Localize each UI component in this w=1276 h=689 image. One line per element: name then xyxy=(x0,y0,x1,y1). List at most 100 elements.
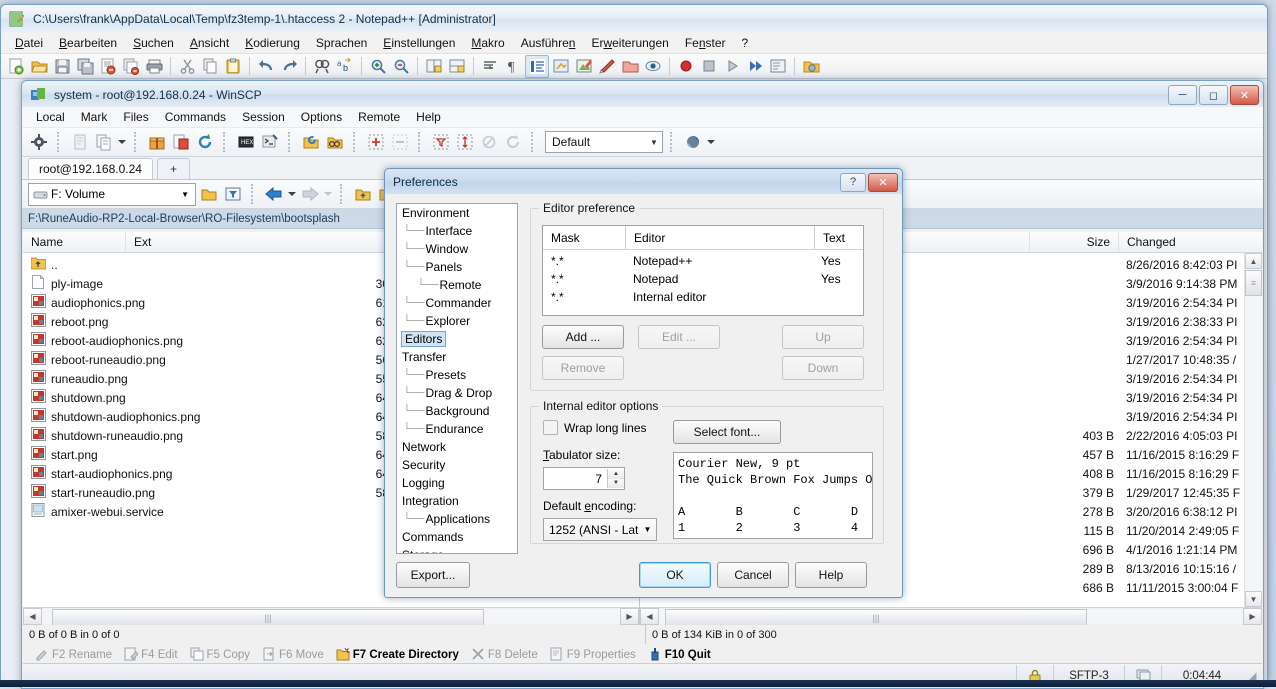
zoom-out-icon[interactable] xyxy=(390,56,412,77)
cut-icon[interactable] xyxy=(176,56,198,77)
dropdown-arrow-icon[interactable] xyxy=(117,131,127,153)
chevron-down-icon[interactable] xyxy=(706,131,716,153)
menu-makro[interactable]: Makro xyxy=(463,34,512,52)
console-icon[interactable] xyxy=(259,131,281,153)
show-all-chars-icon[interactable]: ¶ xyxy=(502,56,524,77)
save-macro-icon[interactable] xyxy=(767,56,789,77)
scroll-left-button[interactable]: ◀ xyxy=(23,608,42,625)
indent-guide-icon[interactable] xyxy=(525,54,549,78)
menu-ausfuehren[interactable]: Ausführen xyxy=(513,34,584,52)
word-wrap-icon[interactable] xyxy=(479,56,501,77)
editor-preference-table[interactable]: Mask Editor Text *.* Notepad++ Yes *.* Notep… xyxy=(542,225,864,316)
taskbar[interactable] xyxy=(0,680,1276,687)
local-hscrollbar[interactable]: ◀ ||| ▶ xyxy=(23,607,639,626)
tree-item-network[interactable]: Network xyxy=(397,438,517,456)
tree-item-editors[interactable]: Editors xyxy=(397,330,517,348)
open-gift-icon[interactable] xyxy=(146,131,168,153)
scroll-right-button[interactable]: ▶ xyxy=(620,608,639,625)
session-tab[interactable]: root@192.168.0.24 xyxy=(28,158,153,179)
drive-combobox[interactable]: F: Volume ▼ xyxy=(28,182,196,206)
tree-item-endurance[interactable]: └── Endurance xyxy=(397,420,517,438)
run-icon[interactable] xyxy=(800,56,822,77)
function-key-f2[interactable]: F2 Rename xyxy=(31,647,116,664)
function-key-f4[interactable]: F4 Edit xyxy=(120,647,181,664)
new-file-icon[interactable] xyxy=(5,56,27,77)
tree-item-integration[interactable]: Integration xyxy=(397,492,517,510)
wrap-long-lines-checkbox[interactable] xyxy=(543,420,558,435)
help-text-button[interactable]: Help xyxy=(795,562,867,588)
add-button[interactable]: Add ... xyxy=(542,325,624,349)
tree-item-interface[interactable]: └── Interface xyxy=(397,222,517,240)
tree-item-transfer[interactable]: Transfer xyxy=(397,348,517,366)
tree-item-commander[interactable]: └── Commander xyxy=(397,294,517,312)
vscroll-thumb[interactable]: ≡ xyxy=(1245,270,1262,296)
find-files-icon[interactable] xyxy=(324,131,346,153)
open-folder-icon[interactable] xyxy=(198,183,220,205)
zoom-in-icon[interactable] xyxy=(367,56,389,77)
record-macro-icon[interactable] xyxy=(675,56,697,77)
notepadpp-titlebar[interactable]: C:\Users\frank\AppData\Local\Temp\fz3tem… xyxy=(3,7,1265,31)
menu-kodierung[interactable]: Kodierung xyxy=(237,34,308,52)
gear-icon[interactable] xyxy=(28,131,50,153)
hscroll-thumb[interactable]: ||| xyxy=(665,609,1087,626)
tree-item-commands[interactable]: Commands xyxy=(397,528,517,546)
stop-macro-icon[interactable] xyxy=(698,56,720,77)
function-key-f8[interactable]: F8 Delete xyxy=(467,647,542,664)
replace-icon[interactable]: ab xyxy=(334,56,356,77)
hex-icon[interactable]: HEX xyxy=(235,131,257,153)
refresh-icon[interactable] xyxy=(194,131,216,153)
remote-vscrollbar[interactable]: ▲ ≡ ▼ xyxy=(1244,253,1262,607)
redo-icon[interactable] xyxy=(278,56,300,77)
close-button[interactable]: ✕ xyxy=(1230,85,1259,105)
paste-icon[interactable] xyxy=(222,56,244,77)
menu-files[interactable]: Files xyxy=(115,108,156,126)
function-list-icon[interactable] xyxy=(619,56,641,77)
tree-item-drag-drop[interactable]: └── Drag & Drop xyxy=(397,384,517,402)
scroll-left-button[interactable]: ◀ xyxy=(640,608,659,625)
menu-commands[interactable]: Commands xyxy=(157,108,234,126)
scroll-right-button[interactable]: ▶ xyxy=(1243,608,1262,625)
menu-local[interactable]: Local xyxy=(28,108,73,126)
stepper-down-icon[interactable]: ▼ xyxy=(608,478,624,488)
maximize-button[interactable]: ◻ xyxy=(1199,85,1228,105)
session-combobox[interactable]: Default ▼ xyxy=(545,131,663,153)
function-key-f6[interactable]: F6 Move xyxy=(258,647,328,664)
cancel-button[interactable]: Cancel xyxy=(717,562,789,588)
menu-bearbeiten[interactable]: Bearbeiten xyxy=(51,34,125,52)
function-key-f5[interactable]: F5 Copy xyxy=(186,647,254,664)
hscroll-track[interactable]: ||| xyxy=(42,609,620,626)
tree-item-remote[interactable]: └── Remote xyxy=(397,276,517,294)
sync-vertical-icon[interactable] xyxy=(423,56,445,77)
playback-multiple-icon[interactable] xyxy=(744,56,766,77)
default-encoding-combobox[interactable]: 1252 (ANSI - Latei ▼ xyxy=(543,518,657,541)
duplicate-icon[interactable] xyxy=(93,131,115,153)
menu-sprachen[interactable]: Sprachen xyxy=(308,34,375,52)
menu-fenster[interactable]: Fenster xyxy=(677,34,734,52)
hscroll-track[interactable]: ||| xyxy=(659,609,1243,626)
paste-icon[interactable] xyxy=(170,131,192,153)
menu-mark[interactable]: Mark xyxy=(73,108,116,126)
back-arrow-icon[interactable] xyxy=(263,183,285,205)
column-editor[interactable]: Editor xyxy=(626,226,815,249)
sync-horizontal-icon[interactable] xyxy=(446,56,468,77)
select-font-button[interactable]: Select font... xyxy=(673,420,781,444)
help-button[interactable]: ? xyxy=(840,172,866,192)
tree-item-explorer[interactable]: └── Explorer xyxy=(397,312,517,330)
export-button[interactable]: Export... xyxy=(396,562,470,588)
menu-options[interactable]: Options xyxy=(293,108,350,126)
undo-icon[interactable] xyxy=(255,56,277,77)
table-row[interactable]: *.* Internal editor xyxy=(543,288,863,306)
ok-button[interactable]: OK xyxy=(639,562,711,588)
menu-help[interactable]: Help xyxy=(408,108,449,126)
stepper-up-icon[interactable]: ▲ xyxy=(608,469,624,479)
function-key-f7[interactable]: F7 Create Directory xyxy=(332,647,463,664)
tree-item-panels[interactable]: └── Panels xyxy=(397,258,517,276)
preferences-category-tree[interactable]: Environment └── Interface └── Window └── Pa… xyxy=(396,203,518,554)
remote-hscrollbar[interactable]: ◀ ||| ▶ xyxy=(640,607,1262,626)
menu-session[interactable]: Session xyxy=(234,108,293,126)
function-key-f9[interactable]: F9 Properties xyxy=(546,647,640,664)
table-row[interactable]: *.* Notepad Yes xyxy=(543,270,863,288)
scroll-down-button[interactable]: ▼ xyxy=(1245,591,1262,607)
table-row[interactable]: *.* Notepad++ Yes xyxy=(543,252,863,270)
play-macro-icon[interactable] xyxy=(721,56,743,77)
